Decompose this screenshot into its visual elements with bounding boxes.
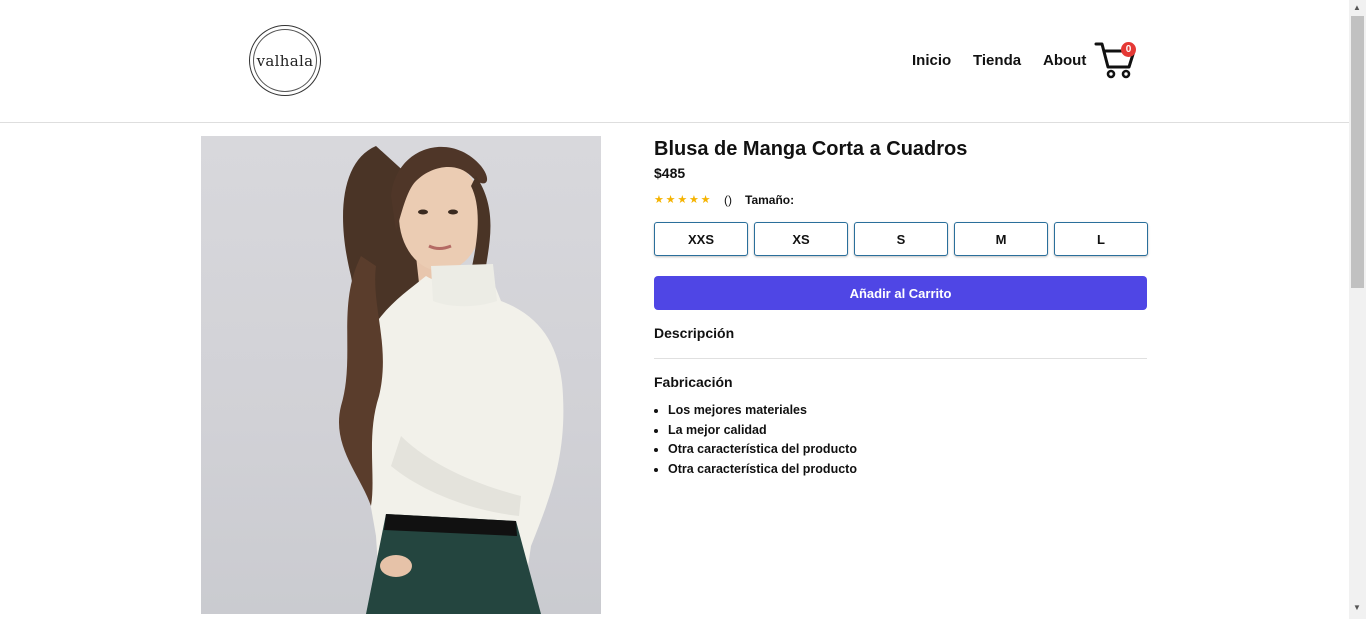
scroll-down-arrow-icon[interactable]: ▼: [1353, 603, 1361, 612]
fabrication-heading: Fabricación: [654, 374, 733, 390]
feature-item: Otra característica del producto: [668, 440, 857, 460]
feature-item: Los mejores materiales: [668, 401, 857, 421]
description-heading[interactable]: Descripción: [654, 325, 734, 341]
review-count: (): [724, 193, 732, 207]
valhala-logo[interactable]: valhala: [249, 25, 321, 96]
vertical-scrollbar[interactable]: ▲ ▼: [1349, 0, 1366, 619]
add-to-cart-button[interactable]: Añadir al Carrito: [654, 276, 1147, 310]
product-image: [201, 136, 601, 614]
scrollbar-thumb[interactable]: [1351, 16, 1364, 288]
size-label: Tamaño:: [745, 193, 795, 207]
feature-item: Otra característica del producto: [668, 460, 857, 480]
size-button-m[interactable]: M: [954, 222, 1048, 256]
nav-link-tienda[interactable]: Tienda: [973, 52, 1021, 69]
size-button-xxs[interactable]: XXS: [654, 222, 748, 256]
site-header: valhala Inicio Tienda About 0: [0, 0, 1349, 123]
product-title: Blusa de Manga Corta a Cuadros: [654, 138, 968, 160]
size-button-xs[interactable]: XS: [754, 222, 848, 256]
logo-text: valhala: [256, 51, 314, 70]
product-page: valhala Inicio Tienda About 0 Blusa de M…: [0, 0, 1366, 619]
feature-list: Los mejores materiales La mejor calidad …: [654, 401, 857, 479]
cart-count-badge: 0: [1121, 42, 1136, 57]
rating-stars: ★★★★★: [654, 194, 713, 206]
size-button-s[interactable]: S: [854, 222, 948, 256]
nav-link-about[interactable]: About: [1043, 52, 1086, 69]
product-price: $485: [654, 165, 686, 181]
scroll-up-arrow-icon[interactable]: ▲: [1353, 3, 1361, 12]
divider: [654, 358, 1147, 359]
nav-link-inicio[interactable]: Inicio: [912, 52, 951, 69]
size-button-l[interactable]: L: [1054, 222, 1148, 256]
feature-item: La mejor calidad: [668, 421, 857, 441]
